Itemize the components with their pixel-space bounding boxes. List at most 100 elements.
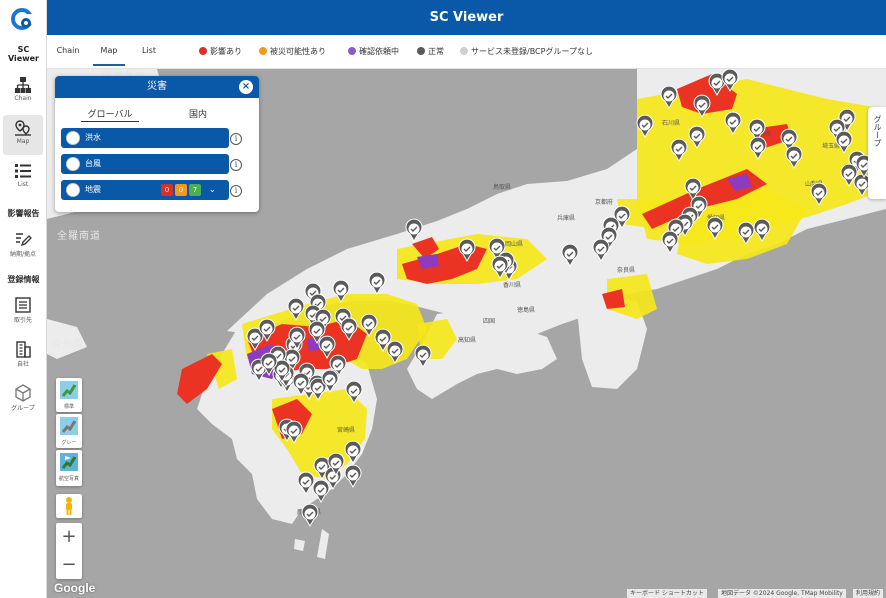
- location-pin[interactable]: [344, 440, 362, 465]
- location-pin[interactable]: [285, 420, 303, 445]
- location-pin[interactable]: [721, 69, 739, 93]
- location-pin[interactable]: [670, 138, 688, 163]
- badge-possible: 0: [175, 184, 187, 196]
- chevron-down-icon[interactable]: ⌄: [209, 180, 216, 200]
- location-pin[interactable]: [414, 344, 432, 369]
- location-pin[interactable]: [706, 216, 724, 241]
- location-pin[interactable]: [405, 218, 423, 243]
- google-logo: Google: [54, 581, 96, 595]
- map-data-attribution: 地図データ ©2024 Google, TMap Mobility: [718, 589, 846, 598]
- location-pin[interactable]: [835, 130, 853, 155]
- location-pin[interactable]: [636, 114, 654, 139]
- legend-normal: 正常: [417, 46, 444, 57]
- location-pin[interactable]: [458, 238, 476, 263]
- location-pin[interactable]: [660, 85, 678, 110]
- app-header: SC Viewer: [47, 0, 886, 35]
- zoom-control: + −: [56, 523, 82, 579]
- location-pin[interactable]: [688, 125, 706, 150]
- sidebar-item-label: 取引先: [13, 317, 32, 324]
- sidebar-item-list[interactable]: List: [3, 158, 43, 198]
- location-pin[interactable]: [693, 94, 711, 119]
- location-pin[interactable]: [297, 471, 315, 496]
- orange-dot-icon: [259, 47, 267, 55]
- location-pin[interactable]: [592, 238, 610, 263]
- location-pin[interactable]: [332, 279, 350, 304]
- legend-confirming: 確認依頼中: [348, 46, 399, 57]
- hazard-typhoon[interactable]: 台風: [61, 154, 229, 174]
- location-pin[interactable]: [301, 503, 319, 528]
- tab-domestic[interactable]: 国内: [183, 107, 213, 120]
- location-pin[interactable]: [661, 230, 679, 255]
- hazard-earthquake[interactable]: 地震 0 0 7 ⌄: [61, 180, 229, 200]
- document-icon: [15, 297, 31, 313]
- location-pin[interactable]: [386, 340, 404, 365]
- sidebar-item-label: Map: [16, 138, 30, 145]
- location-pin[interactable]: [753, 218, 771, 243]
- map-type-aerial[interactable]: 航空写真: [56, 450, 82, 486]
- zoom-in-button[interactable]: +: [56, 523, 82, 551]
- location-pin[interactable]: [810, 182, 828, 207]
- sidebar-item-company[interactable]: 自社: [3, 336, 43, 376]
- legend-possible-damage: 被災可能性あり: [259, 46, 326, 57]
- sidebar-item-partners[interactable]: 取引先: [3, 292, 43, 332]
- terms-link[interactable]: 利用規約: [853, 589, 884, 598]
- tab-global[interactable]: グローバル: [81, 107, 139, 122]
- tab-chain[interactable]: Chain: [53, 35, 83, 66]
- gray-dot-icon: [417, 47, 425, 55]
- legend-impacted: 影響あり: [199, 46, 242, 57]
- app-short-name: SC Viewer: [8, 45, 39, 63]
- map-type-gray[interactable]: グレー: [56, 414, 82, 448]
- sidebar: SC Viewer Chain Map List 影響報告 納期/拠点 登録情報…: [0, 0, 47, 598]
- light-gray-dot-icon: [460, 47, 468, 55]
- group-side-tab[interactable]: グループ: [868, 107, 886, 199]
- edit-icon: [16, 233, 32, 247]
- app-title: SC Viewer: [429, 10, 504, 25]
- location-pin[interactable]: [318, 335, 336, 360]
- location-pin[interactable]: [561, 243, 579, 268]
- zoom-out-button[interactable]: −: [56, 551, 82, 579]
- hazard-label: 地震: [85, 185, 101, 194]
- location-pin[interactable]: [360, 313, 378, 338]
- location-pin[interactable]: [749, 136, 767, 161]
- red-dot-icon: [199, 47, 207, 55]
- hazard-label: 洪水: [85, 133, 101, 142]
- gray-map-icon: [60, 417, 78, 435]
- sidebar-item-group[interactable]: グループ: [3, 380, 43, 420]
- sidebar-item-map[interactable]: Map: [3, 115, 43, 155]
- section-impact-title: 影響報告: [7, 209, 40, 218]
- info-icon[interactable]: i: [230, 133, 242, 145]
- map-type-standard[interactable]: 標準: [56, 378, 82, 412]
- location-pin[interactable]: [368, 271, 386, 296]
- location-pin[interactable]: [312, 479, 330, 504]
- location-pin[interactable]: [340, 317, 358, 342]
- flood-icon: [66, 131, 80, 145]
- map-pin-icon: [15, 120, 31, 136]
- sidebar-item-delivery[interactable]: 納期/拠点: [3, 226, 43, 266]
- location-pin[interactable]: [345, 380, 363, 405]
- sidebar-item-label: グループ: [11, 405, 35, 412]
- tab-map[interactable]: Map: [93, 35, 125, 66]
- sidebar-item-label: 納期/拠点: [9, 251, 37, 258]
- sidebar-item-label: List: [17, 181, 29, 188]
- purple-dot-icon: [348, 47, 356, 55]
- close-icon[interactable]: ×: [239, 80, 253, 94]
- location-pin[interactable]: [785, 145, 803, 170]
- legend-unregistered: サービス未登録/BCPグループなし: [460, 46, 593, 57]
- location-pin[interactable]: [344, 464, 362, 489]
- earthquake-icon: [66, 183, 80, 197]
- street-view-pegman[interactable]: [56, 494, 82, 518]
- pegman-icon: [66, 497, 72, 515]
- tab-list[interactable]: List: [137, 35, 161, 66]
- location-pin[interactable]: [724, 111, 742, 136]
- keyboard-shortcuts-link[interactable]: キーボード ショートカット: [627, 589, 707, 598]
- location-pin[interactable]: [737, 221, 755, 246]
- info-icon[interactable]: i: [230, 159, 242, 171]
- location-pin[interactable]: [287, 297, 305, 322]
- sidebar-item-chain[interactable]: Chain: [3, 72, 43, 112]
- view-tab-bar: Chain Map List 影響あり 被災可能性あり 確認依頼中 正常 サービ…: [47, 35, 886, 69]
- building-icon: [16, 341, 31, 358]
- hazard-flood[interactable]: 洪水: [61, 128, 229, 148]
- info-icon[interactable]: i: [230, 185, 242, 197]
- hazard-panel: 災害 × グローバル 国内 洪水 i 台風 i 地震 0 0 7 ⌄ i: [55, 76, 259, 212]
- cube-icon: [15, 384, 31, 402]
